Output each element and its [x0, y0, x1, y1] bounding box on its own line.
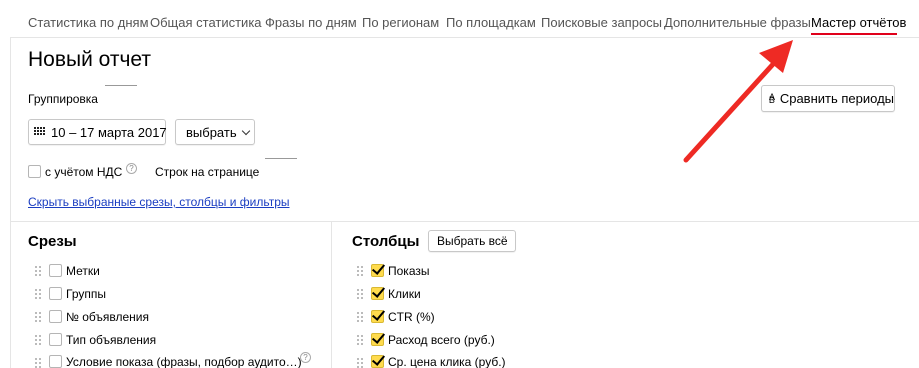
- tab-search-queries[interactable]: Поисковые запросы: [541, 15, 662, 30]
- slice-checkbox[interactable]: [49, 333, 62, 346]
- tab-daily-stats[interactable]: Статистика по дням: [28, 15, 149, 30]
- select-all-button[interactable]: Выбрать всё: [428, 230, 516, 252]
- date-range-button[interactable]: 10 – 17 марта 2017: [28, 119, 167, 145]
- slice-label: № объявления: [66, 310, 149, 324]
- drag-handle-icon[interactable]: [35, 358, 41, 368]
- drag-handle-icon[interactable]: [35, 312, 41, 322]
- column-label: Клики: [388, 287, 421, 301]
- vat-checkbox[interactable]: [28, 165, 41, 178]
- choose-period-label: выбрать: [186, 124, 237, 140]
- column-checkbox[interactable]: [371, 310, 384, 323]
- column-divider: [331, 221, 332, 368]
- chevron-down-icon: [241, 126, 250, 135]
- compare-periods-label: Сравнить периоды: [779, 91, 894, 106]
- tab-phrases-by-day[interactable]: Фразы по дням: [265, 15, 357, 30]
- grouping-label: Группировка: [28, 92, 98, 106]
- grouping-select[interactable]: [105, 85, 137, 86]
- column-label: Расход всего (руб.): [388, 333, 495, 347]
- columns-title: Столбцы: [352, 233, 420, 250]
- date-range-label: 10 – 17 марта 2017: [51, 124, 167, 140]
- hide-filters-link[interactable]: Скрыть выбранные срезы, столбцы и фильтр…: [28, 195, 290, 209]
- section-divider: [10, 221, 919, 222]
- select-all-label: Выбрать всё: [437, 234, 508, 248]
- column-checkbox[interactable]: [371, 264, 384, 277]
- page-title: Новый отчет: [28, 48, 152, 71]
- drag-handle-icon[interactable]: [357, 266, 363, 276]
- rows-per-page-select[interactable]: [265, 158, 297, 159]
- slices-title: Срезы: [28, 233, 77, 250]
- drag-handle-icon[interactable]: [357, 289, 363, 299]
- compare-icon-b: B: [768, 94, 775, 105]
- slice-checkbox[interactable]: [49, 355, 62, 368]
- report-tabs: Статистика по дням Общая статистика Фраз…: [0, 0, 919, 38]
- tab-general-stats[interactable]: Общая статистика: [150, 15, 262, 30]
- rows-per-page-label: Строк на странице: [155, 165, 260, 179]
- slice-checkbox[interactable]: [49, 287, 62, 300]
- tab-report-wizard[interactable]: Мастер отчётов: [811, 15, 906, 30]
- tab-additional-phrases[interactable]: Дополнительные фразы: [664, 15, 811, 30]
- column-checkbox[interactable]: [371, 355, 384, 368]
- vat-label: с учётом НДС: [45, 165, 123, 179]
- drag-handle-icon[interactable]: [357, 312, 363, 322]
- calendar-icon: [34, 127, 45, 137]
- choose-period-button[interactable]: выбрать: [175, 119, 255, 145]
- compare-periods-button[interactable]: A B Сравнить периоды: [761, 85, 895, 112]
- tab-by-region[interactable]: По регионам: [362, 15, 439, 30]
- drag-handle-icon[interactable]: [357, 335, 363, 345]
- compare-periods-icon: A B: [768, 92, 775, 105]
- drag-handle-icon[interactable]: [357, 358, 363, 368]
- slice-label: Условие показа (фразы, подбор аудито…): [66, 355, 302, 368]
- slice-label: Группы: [66, 287, 106, 301]
- slice-checkbox[interactable]: [49, 264, 62, 277]
- active-tab-indicator: [811, 33, 897, 35]
- column-label: Ср. цена клика (руб.): [388, 355, 506, 368]
- column-label: CTR (%): [388, 310, 435, 324]
- drag-handle-icon[interactable]: [35, 289, 41, 299]
- column-checkbox[interactable]: [371, 287, 384, 300]
- drag-handle-icon[interactable]: [35, 266, 41, 276]
- slice-label: Тип объявления: [66, 333, 157, 347]
- help-icon[interactable]: ?: [126, 163, 137, 174]
- drag-handle-icon[interactable]: [35, 335, 41, 345]
- column-checkbox[interactable]: [371, 333, 384, 346]
- slice-checkbox[interactable]: [49, 310, 62, 323]
- tab-by-site[interactable]: По площадкам: [446, 15, 536, 30]
- slice-label: Метки: [66, 264, 100, 278]
- column-label: Показы: [388, 264, 430, 278]
- help-icon[interactable]: ?: [300, 352, 311, 363]
